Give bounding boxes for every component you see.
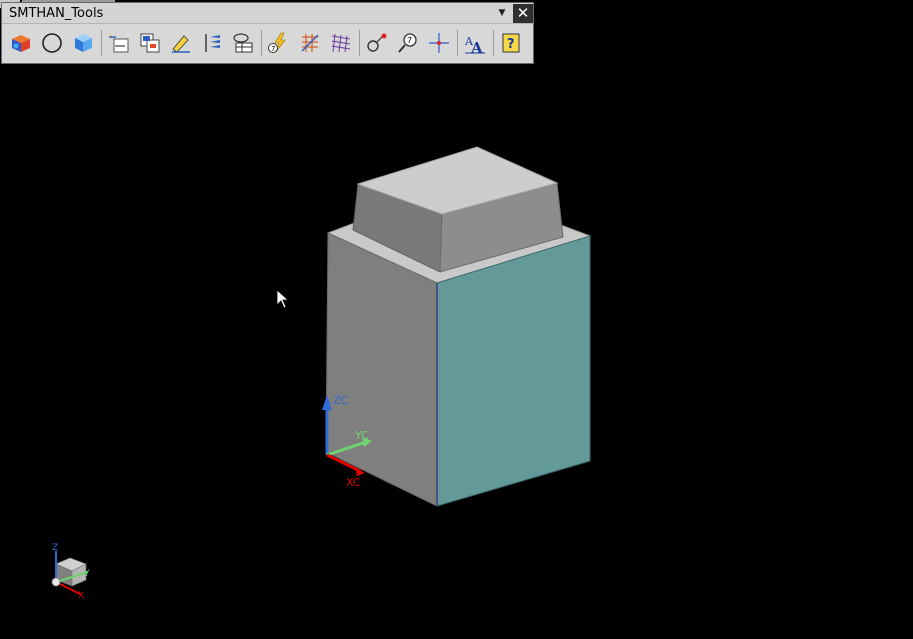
toolbar-separator xyxy=(101,30,102,56)
new-layer-icon[interactable] xyxy=(105,29,133,57)
toolbar-titlebar[interactable]: SMTHAN_Tools ▼ ✕ xyxy=(2,3,533,24)
toolbar-separator xyxy=(261,30,262,56)
text-style-icon[interactable]: AA xyxy=(461,29,489,57)
triad-y-label: Y xyxy=(83,569,90,579)
view-triad[interactable]: Z Y X xyxy=(51,543,90,601)
mesh-grid-icon[interactable] xyxy=(327,29,355,57)
grid-lines-icon[interactable] xyxy=(296,29,324,57)
svg-text:7: 7 xyxy=(407,36,412,45)
svg-text:7: 7 xyxy=(271,45,275,53)
red-pin-icon[interactable] xyxy=(363,29,391,57)
circle-icon[interactable] xyxy=(38,29,66,57)
table-grid-icon[interactable] xyxy=(229,29,257,57)
colored-block-icon[interactable] xyxy=(7,29,35,57)
close-icon[interactable]: ✕ xyxy=(513,3,533,23)
toolbar-separator xyxy=(457,30,458,56)
pencil-tool-icon[interactable] xyxy=(167,29,195,57)
zc-label: ZC xyxy=(333,394,349,407)
model-scene: ZC YC XC Z Y X xyxy=(51,146,592,601)
graphics-viewport[interactable]: ZC YC XC Z Y X xyxy=(0,0,913,639)
dropdown-arrow-icon[interactable]: ▼ xyxy=(494,5,510,21)
xc-label: XC xyxy=(346,476,361,489)
svg-text:?: ? xyxy=(507,37,515,52)
triad-origin-ball xyxy=(51,577,61,587)
crosshair-point-icon[interactable] xyxy=(425,29,453,57)
mouse-cursor-icon xyxy=(276,289,290,309)
yc-label: YC xyxy=(354,429,369,442)
toolbar-title: SMTHAN_Tools xyxy=(9,5,104,21)
triad-z-label: Z xyxy=(52,543,58,553)
blue-cube-icon[interactable] xyxy=(69,29,97,57)
lightning-number-icon[interactable]: 7 xyxy=(265,29,293,57)
copy-layers-icon[interactable] xyxy=(136,29,164,57)
toolbar-separator xyxy=(359,30,360,56)
help-icon[interactable]: ? xyxy=(497,29,525,57)
smthan-tools-toolbar[interactable]: SMTHAN_Tools ▼ ✕ 7 7 A A ? xyxy=(1,2,534,64)
triad-x-label: X xyxy=(78,591,84,601)
magnify-number-icon[interactable]: 7 xyxy=(394,29,422,57)
block-right-face xyxy=(436,235,591,507)
align-icon[interactable] xyxy=(198,29,226,57)
toolbar-icon-row: 7 7 AA ? xyxy=(7,27,528,59)
toolbar-separator xyxy=(493,30,494,56)
